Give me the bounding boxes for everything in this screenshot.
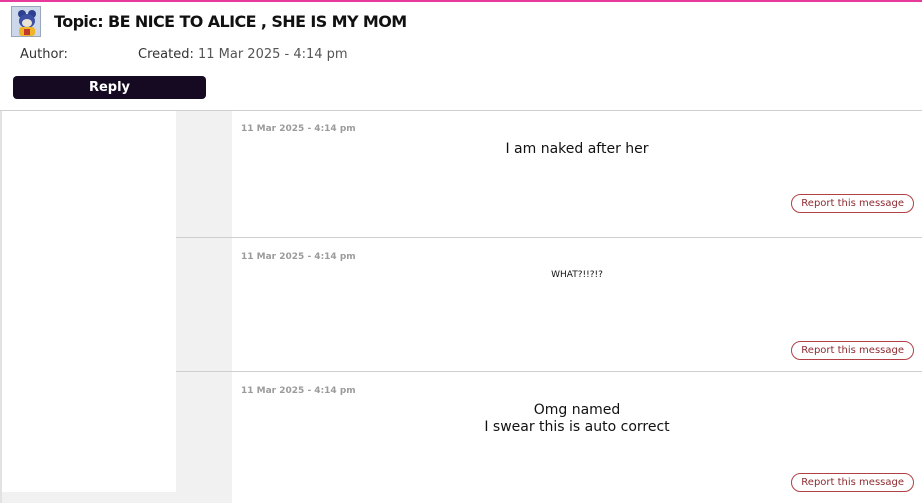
post-text-line: Omg named [533, 402, 621, 418]
author-label: Author: [20, 47, 68, 62]
post-date: 11 Mar 2025 - 4:14 pm [241, 386, 356, 396]
report-message-button[interactable]: Report this message [791, 341, 914, 360]
post-message: 11 Mar 2025 - 4:14 pm WHAT?!!?!? Report … [232, 238, 922, 371]
author-avatar[interactable] [11, 6, 41, 37]
post-text-line: I am naked after her [505, 141, 649, 157]
created-date: 11 Mar 2025 - 4:14 pm [197, 47, 348, 62]
report-message-button[interactable]: Report this message [791, 473, 914, 492]
post-side-column-bottom [2, 492, 232, 503]
post-message: 11 Mar 2025 - 4:14 pm I am naked after h… [232, 111, 922, 237]
topic-title: Topic: BE NICE TO ALICE , SHE IS MY MOM [54, 12, 407, 31]
post-body: WHAT?!!?!? [232, 267, 922, 284]
reply-button[interactable]: Reply [13, 76, 206, 99]
created-label: Created: [138, 47, 194, 62]
report-message-button[interactable]: Report this message [791, 194, 914, 213]
post-body: Omg named I swear this is auto correct [232, 402, 922, 436]
created-info: Created: 11 Mar 2025 - 4:14 pm [138, 47, 348, 62]
post-text-line: WHAT?!!?!? [551, 270, 603, 280]
post-message: 11 Mar 2025 - 4:14 pm Omg named I swear … [232, 372, 922, 503]
topic-header: Topic: BE NICE TO ALICE , SHE IS MY MOM … [0, 2, 922, 110]
post-body: I am naked after her [232, 141, 922, 158]
post-text-line: I swear this is auto correct [484, 419, 670, 435]
post-side-column [176, 111, 232, 503]
post-date: 11 Mar 2025 - 4:14 pm [241, 124, 356, 134]
user-info-panel [2, 115, 176, 492]
post-date: 11 Mar 2025 - 4:14 pm [241, 252, 356, 262]
